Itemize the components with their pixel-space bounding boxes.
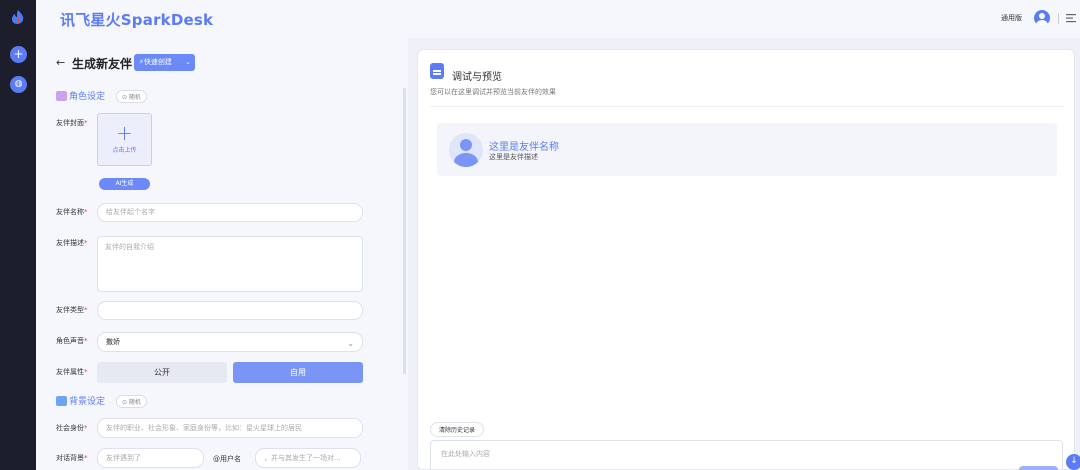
upload-text: 点击上传 xyxy=(112,147,137,154)
voice-value: 撒娇 xyxy=(106,338,120,346)
chevron-down-icon: ⌄ xyxy=(347,339,354,348)
preview-icon xyxy=(430,63,444,79)
app-rail: + ◍ xyxy=(0,0,36,470)
brand-title[interactable]: 讯飞星火SparkDesk xyxy=(60,9,213,30)
drop-icon: ◍ xyxy=(14,79,23,89)
plus-icon: + xyxy=(116,121,133,145)
version-label[interactable]: 通用版 xyxy=(1001,13,1022,23)
quick-create-label: ⚡快速创建 xyxy=(139,58,172,66)
background-section-title: 背景设定 xyxy=(56,394,105,407)
identity-label: 社会身份* xyxy=(56,424,88,432)
scroll-down-icon[interactable]: ↓ xyxy=(1066,454,1080,470)
companion-desc: 这里是友伴描述 xyxy=(489,153,538,161)
avatar-body xyxy=(1036,20,1048,26)
quick-create-button[interactable]: ⚡快速创建 ⌄ xyxy=(134,54,195,71)
page-title: 生成新友伴 xyxy=(72,57,133,71)
name-input[interactable]: 给友伴起个名字 xyxy=(97,203,363,222)
ai-generate-button[interactable]: AI生成 xyxy=(99,178,150,190)
divider xyxy=(1058,13,1059,24)
companion-name: 这里是友伴名称 xyxy=(489,142,559,153)
identity-input[interactable]: 友伴的职业、社会形象、家庭身份等，比如：星火星球上的居民 xyxy=(97,418,363,438)
avatar-head xyxy=(1039,13,1045,19)
clear-history-button[interactable]: 清除历史记录 xyxy=(430,422,485,437)
companion-avatar xyxy=(449,133,483,167)
attr-public-option[interactable]: 公开 xyxy=(97,362,227,383)
voice-label: 角色声音* xyxy=(56,337,88,345)
dialog-label: 对话背景* xyxy=(56,454,88,462)
new-chat-button[interactable]: + xyxy=(10,46,27,63)
user-avatar[interactable] xyxy=(1034,10,1050,26)
back-arrow-icon[interactable]: ← xyxy=(56,56,65,69)
avatar-body xyxy=(454,153,478,167)
desc-label: 友伴描述* xyxy=(56,239,88,247)
type-input[interactable] xyxy=(97,301,363,320)
send-button[interactable] xyxy=(1019,466,1058,470)
top-bar: 讯飞星火SparkDesk 通用版 xyxy=(36,0,1080,38)
desc-textarea[interactable]: 友伴的自我介绍 xyxy=(97,236,363,292)
divider xyxy=(430,106,1064,107)
preview-title: 调试与预览 xyxy=(452,72,502,83)
role-icon xyxy=(56,91,67,101)
name-label: 友伴名称* xyxy=(56,208,88,216)
dialog-input[interactable]: 友伴遇到了 xyxy=(97,448,204,468)
event-input[interactable]: ，并与其发生了一场对... xyxy=(255,448,361,468)
companion-preview-card: 这里是友伴名称 这里是友伴描述 xyxy=(437,123,1057,176)
cover-upload[interactable]: + 点击上传 xyxy=(97,113,152,166)
role-random-button[interactable]: ⊙ 随机 xyxy=(116,90,147,103)
type-label: 友伴类型* xyxy=(56,306,88,314)
plus-icon: + xyxy=(13,47,24,61)
form-scrollbar[interactable] xyxy=(403,88,406,374)
background-random-button[interactable]: ⊙ 随机 xyxy=(116,395,147,408)
voice-select[interactable]: 撒娇 ⌄ xyxy=(97,332,363,352)
attr-label: 友伴属性* xyxy=(56,368,88,376)
chevron-down-icon: ⌄ xyxy=(185,58,191,66)
role-section-label: 角色设定 xyxy=(69,92,106,102)
companion-button[interactable]: ◍ xyxy=(10,76,27,93)
role-section-title: 角色设定 xyxy=(56,89,105,102)
cover-label: 友伴封面* xyxy=(56,119,88,127)
companion-form-panel: ← 生成新友伴 ⚡快速创建 ⌄ 角色设定 ⊙ 随机 友伴封面* + 点击上传 A… xyxy=(36,38,408,470)
chat-input[interactable]: 在此处输入内容 xyxy=(430,440,1063,470)
avatar-head xyxy=(460,139,472,151)
book-icon xyxy=(56,396,67,406)
menu-icon[interactable] xyxy=(1066,12,1078,24)
background-section-label: 背景设定 xyxy=(69,397,106,407)
preview-subtitle: 您可以在这里调试并预览当前友伴的效果 xyxy=(430,88,556,96)
attr-private-option[interactable]: 自用 xyxy=(233,362,363,383)
preview-panel: 调试与预览 您可以在这里调试并预览当前友伴的效果 这里是友伴名称 这里是友伴描述… xyxy=(417,49,1075,470)
username-mention: @用户名 xyxy=(213,455,241,463)
sparkdesk-logo-icon[interactable] xyxy=(11,9,25,25)
